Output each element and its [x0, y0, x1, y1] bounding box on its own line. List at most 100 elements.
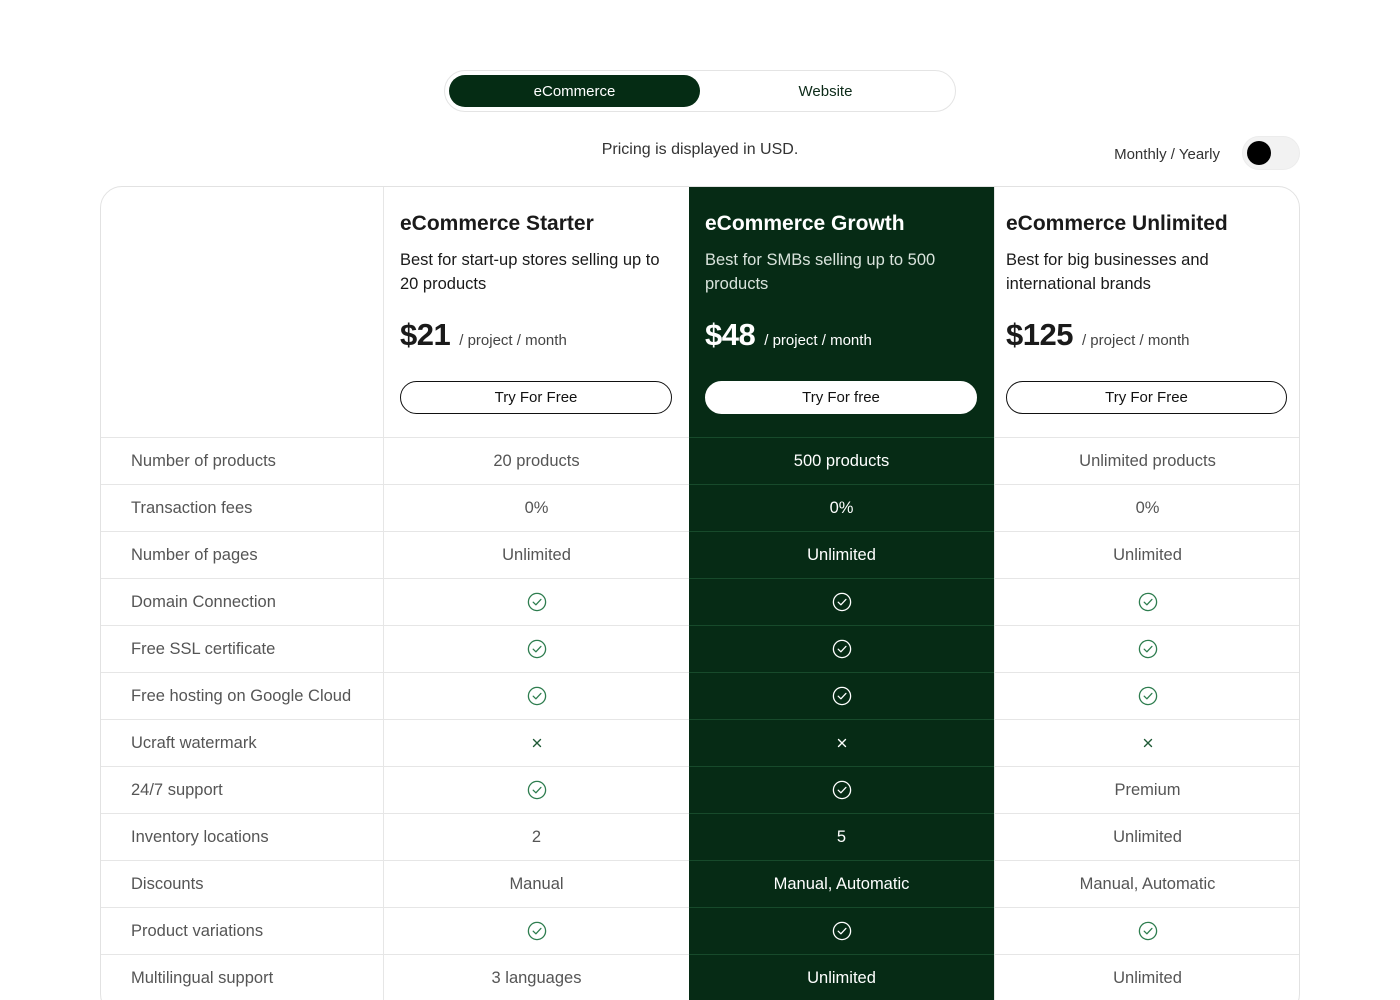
cross-icon: [532, 738, 541, 748]
feature-value: 0%: [1135, 498, 1160, 517]
feature-value: Manual, Automatic: [1079, 874, 1216, 893]
feature-row: Multilingual support 3 languages Unlimited…: [101, 954, 1299, 1000]
feature-value: [384, 720, 689, 766]
try-for-free-button[interactable]: Try For free: [705, 381, 977, 414]
feature-label: Product variations: [131, 922, 264, 940]
feature-value: 500 products: [793, 451, 890, 470]
feature-label: Multilingual support: [131, 969, 274, 987]
feature-row: Free SSL certificate: [101, 625, 1299, 672]
feature-row: Number of products 20 products 500 product…: [101, 437, 1299, 484]
feature-label: Inventory locations: [131, 828, 269, 846]
feature-label: Number of products: [131, 452, 276, 470]
feature-value: [384, 908, 689, 954]
check-icon: [832, 780, 851, 800]
feature-value: Unlimited: [807, 968, 876, 987]
feature-value: 2: [531, 827, 542, 846]
feature-value: Manual, Automatic: [773, 874, 910, 893]
feature-row: Transaction fees 0% 0% 0%: [101, 484, 1299, 531]
feature-value: Unlimited: [1113, 968, 1182, 987]
feature-value: [995, 720, 1299, 766]
feature-row: 24/7 support Premium: [101, 766, 1299, 813]
feature-label: 24/7 support: [131, 781, 223, 799]
feature-value: 0%: [829, 498, 854, 517]
check-icon: [832, 921, 851, 941]
feature-label: Domain Connection: [131, 593, 276, 611]
feature-label: Ucraft watermark: [131, 734, 257, 752]
feature-label: Discounts: [131, 875, 204, 893]
feature-row: Ucraft watermark: [101, 719, 1299, 766]
cross-icon: [1143, 738, 1152, 748]
check-icon: [1138, 592, 1157, 612]
check-icon: [1138, 686, 1157, 706]
feature-value: Manual: [509, 874, 564, 893]
billing-toggle-label: Monthly / Yearly: [1114, 146, 1220, 163]
billing-period-switch[interactable]: [1242, 136, 1300, 170]
check-icon: [527, 639, 546, 659]
feature-value: [995, 908, 1299, 954]
feature-label: Number of pages: [131, 546, 258, 564]
feature-value: [689, 673, 994, 719]
feature-value: 0%: [524, 498, 549, 517]
plan-description: Best for start-up stores selling up to 2…: [400, 251, 660, 293]
feature-value: Unlimited: [1113, 545, 1182, 564]
feature-row: Free hosting on Google Cloud: [101, 672, 1299, 719]
feature-value: Premium: [1114, 780, 1181, 799]
feature-value: Unlimited: [807, 545, 876, 564]
check-icon: [1138, 921, 1157, 941]
feature-value: [689, 908, 994, 954]
feature-row: Product variations: [101, 907, 1299, 954]
price-row: $21 / project / month: [400, 317, 567, 353]
feature-row: Discounts Manual Manual, Automatic Manual, …: [101, 860, 1299, 907]
feature-value: [995, 626, 1299, 672]
try-for-free-button[interactable]: Try For Free: [1006, 381, 1287, 414]
feature-value: 3 languages: [491, 968, 582, 987]
price-period: / project / month: [764, 332, 872, 349]
plan-price: $48: [705, 317, 756, 352]
feature-value: [384, 767, 689, 813]
feature-value: 5: [836, 827, 847, 846]
feature-value: Unlimited: [502, 545, 571, 564]
tab-website[interactable]: Website: [700, 75, 951, 107]
plan-name: eCommerce Unlimited: [1006, 212, 1228, 235]
plan-starter: eCommerce Starter Best for start-up stor…: [384, 187, 689, 437]
price-period: / project / month: [1081, 332, 1190, 349]
feature-value: Unlimited: [1113, 827, 1182, 846]
feature-value: [384, 579, 689, 625]
check-icon: [527, 921, 546, 941]
feature-value: 20 products: [493, 451, 580, 470]
price-period: / project / month: [459, 332, 567, 349]
feature-value: [689, 720, 994, 766]
plan-description: Best for SMBs selling up to 500 products: [705, 251, 936, 293]
feature-row: Number of pages Unlimited Unlimited Unlimit…: [101, 531, 1299, 578]
switch-knob: [1247, 141, 1271, 165]
try-for-free-button[interactable]: Try For Free: [400, 381, 672, 414]
plan-growth: eCommerce Growth Best for SMBs selling u…: [689, 187, 994, 437]
feature-value: [995, 673, 1299, 719]
plan-description: Best for big businesses and internationa…: [1006, 251, 1209, 293]
feature-rows: Number of products 20 products 500 product…: [101, 437, 1299, 1000]
price-row: $48 / project / month: [705, 317, 872, 353]
feature-row: Inventory locations 2 5 Unlimited: [101, 813, 1299, 860]
check-icon: [832, 639, 851, 659]
feature-value: [689, 626, 994, 672]
tab-ecommerce[interactable]: eCommerce: [449, 75, 700, 107]
feature-value: [689, 579, 994, 625]
check-icon: [832, 686, 851, 706]
feature-value: [384, 626, 689, 672]
cross-icon: [837, 738, 846, 748]
feature-value: [689, 767, 994, 813]
check-icon: [527, 686, 546, 706]
check-icon: [832, 592, 851, 612]
feature-label: Free SSL certificate: [131, 640, 276, 658]
feature-row: Domain Connection: [101, 578, 1299, 625]
feature-value: [384, 673, 689, 719]
price-row: $125 / project / month: [1006, 317, 1190, 353]
plan-price: $21: [400, 317, 451, 352]
plan-unlimited: eCommerce Unlimited Best for big busines…: [995, 187, 1299, 437]
feature-value: [995, 579, 1299, 625]
plan-name: eCommerce Starter: [400, 212, 594, 235]
plan-type-toggle: eCommerce Website: [444, 70, 956, 112]
check-icon: [1138, 639, 1157, 659]
check-icon: [527, 780, 546, 800]
feature-value: Unlimited products: [1079, 451, 1216, 470]
